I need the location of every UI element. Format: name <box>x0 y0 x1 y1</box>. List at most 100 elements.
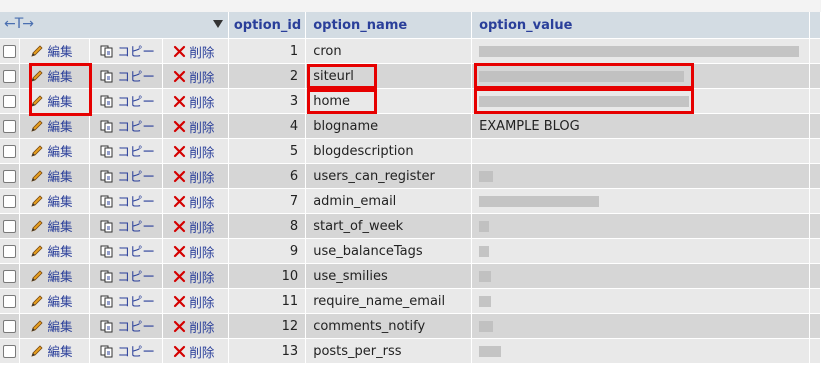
edit-button[interactable]: 編集 <box>30 141 72 160</box>
option-id-cell: 10 <box>228 263 307 289</box>
delete-button[interactable]: 削除 <box>173 217 214 236</box>
option-value-cell <box>471 138 810 164</box>
delete-button[interactable]: 削除 <box>173 242 214 261</box>
option-value-cell <box>471 313 810 339</box>
row-checkbox[interactable] <box>3 269 17 283</box>
pencil-icon <box>31 345 44 357</box>
delete-button[interactable]: 削除 <box>173 117 214 136</box>
copy-label: コピー <box>117 169 155 185</box>
row-checkbox[interactable] <box>3 44 17 58</box>
row-checkbox[interactable] <box>3 144 17 158</box>
edit-button[interactable]: 編集 <box>30 291 72 310</box>
option-value-cell <box>471 238 810 264</box>
delete-button[interactable]: 削除 <box>173 167 214 186</box>
option-name-cell: blogname <box>305 113 473 139</box>
copy-button[interactable]: コピー <box>100 191 155 210</box>
copy-icon <box>100 95 113 108</box>
delete-button[interactable]: 削除 <box>173 267 214 286</box>
delete-button[interactable]: 削除 <box>173 67 214 86</box>
edit-button[interactable]: 編集 <box>30 191 72 210</box>
copy-button[interactable]: コピー <box>100 66 155 85</box>
table-row: 編集 コピー 削除 12 comments_notify <box>0 313 821 339</box>
edit-button[interactable]: 編集 <box>30 166 72 185</box>
copy-cell: コピー <box>89 313 164 339</box>
option-id-cell: 5 <box>228 138 307 164</box>
edit-button[interactable]: 編集 <box>30 91 72 110</box>
delete-button[interactable]: 削除 <box>173 42 214 61</box>
edit-button[interactable]: 編集 <box>30 241 72 260</box>
row-checkbox[interactable] <box>3 94 17 108</box>
copy-button[interactable]: コピー <box>100 41 155 60</box>
copy-button[interactable]: コピー <box>100 116 155 135</box>
delete-button[interactable]: 削除 <box>173 317 214 336</box>
table-row: 編集 コピー 削除 8 start_of_week <box>0 213 821 239</box>
delete-button[interactable]: 削除 <box>173 292 214 311</box>
copy-button[interactable]: コピー <box>100 316 155 335</box>
edit-button[interactable]: 編集 <box>30 66 72 85</box>
copy-label: コピー <box>117 344 155 360</box>
table-row: 編集 コピー 削除 1 cron <box>0 38 821 64</box>
copy-button[interactable]: コピー <box>100 341 155 360</box>
delete-button[interactable]: 削除 <box>173 192 214 211</box>
delete-button[interactable]: 削除 <box>173 92 214 111</box>
delete-cell: 削除 <box>162 263 230 289</box>
copy-button[interactable]: コピー <box>100 216 155 235</box>
column-header-option-value[interactable]: option_value <box>471 12 810 39</box>
copy-icon <box>100 170 113 183</box>
copy-icon <box>100 145 113 158</box>
copy-icon <box>100 295 113 308</box>
option-value-text: EXAMPLE BLOG <box>479 118 580 134</box>
copy-button[interactable]: コピー <box>100 291 155 310</box>
delete-x-icon <box>174 270 186 282</box>
row-checkbox[interactable] <box>3 294 17 308</box>
redacted-value <box>479 345 502 357</box>
delete-button[interactable]: 削除 <box>173 342 214 361</box>
row-checkbox[interactable] <box>3 194 17 208</box>
row-checkbox[interactable] <box>3 344 17 358</box>
column-controls-header[interactable]: ←T→ <box>0 12 230 39</box>
copy-label: コピー <box>117 44 155 60</box>
edit-button[interactable]: 編集 <box>30 341 72 360</box>
edit-cell: 編集 <box>19 313 91 339</box>
row-checkbox[interactable] <box>3 169 17 183</box>
table-row: 編集 コピー 削除 13 posts_per_rss <box>0 338 821 364</box>
delete-x-icon <box>174 320 186 332</box>
row-checkbox-cell <box>0 163 21 189</box>
copy-button[interactable]: コピー <box>100 241 155 260</box>
row-checkbox[interactable] <box>3 244 17 258</box>
column-resize-icon[interactable]: ←T→ <box>4 16 34 32</box>
delete-button[interactable]: 削除 <box>173 142 214 161</box>
option-name-cell: admin_email <box>305 188 473 214</box>
row-checkbox[interactable] <box>3 119 17 133</box>
row-checkbox[interactable] <box>3 219 17 233</box>
delete-cell: 削除 <box>162 213 230 239</box>
edit-button[interactable]: 編集 <box>30 116 72 135</box>
edit-button[interactable]: 編集 <box>30 316 72 335</box>
copy-icon <box>100 220 113 233</box>
delete-label: 削除 <box>189 219 215 235</box>
copy-label: コピー <box>117 244 155 260</box>
table-row: 編集 コピー 削除 5 blogdescription <box>0 138 821 164</box>
option-value-cell <box>471 213 810 239</box>
copy-button[interactable]: コピー <box>100 166 155 185</box>
edit-button[interactable]: 編集 <box>30 216 72 235</box>
copy-cell: コピー <box>89 38 164 64</box>
column-header-option-id[interactable]: option_id <box>228 12 307 39</box>
column-header-option-name[interactable]: option_name <box>305 12 473 39</box>
chevron-down-icon[interactable] <box>213 20 223 28</box>
edit-label: 編集 <box>47 94 73 110</box>
option-id-cell: 1 <box>228 38 307 64</box>
row-checkbox[interactable] <box>3 69 17 83</box>
row-checkbox-cell <box>0 188 21 214</box>
extra-cell <box>809 188 821 214</box>
edit-button[interactable]: 編集 <box>30 41 72 60</box>
row-checkbox[interactable] <box>3 319 17 333</box>
copy-button[interactable]: コピー <box>100 266 155 285</box>
copy-button[interactable]: コピー <box>100 91 155 110</box>
copy-button[interactable]: コピー <box>100 141 155 160</box>
extra-cell <box>809 263 821 289</box>
option-id-cell: 13 <box>228 338 307 364</box>
edit-button[interactable]: 編集 <box>30 266 72 285</box>
copy-cell: コピー <box>89 213 164 239</box>
copy-label: コピー <box>117 269 155 285</box>
